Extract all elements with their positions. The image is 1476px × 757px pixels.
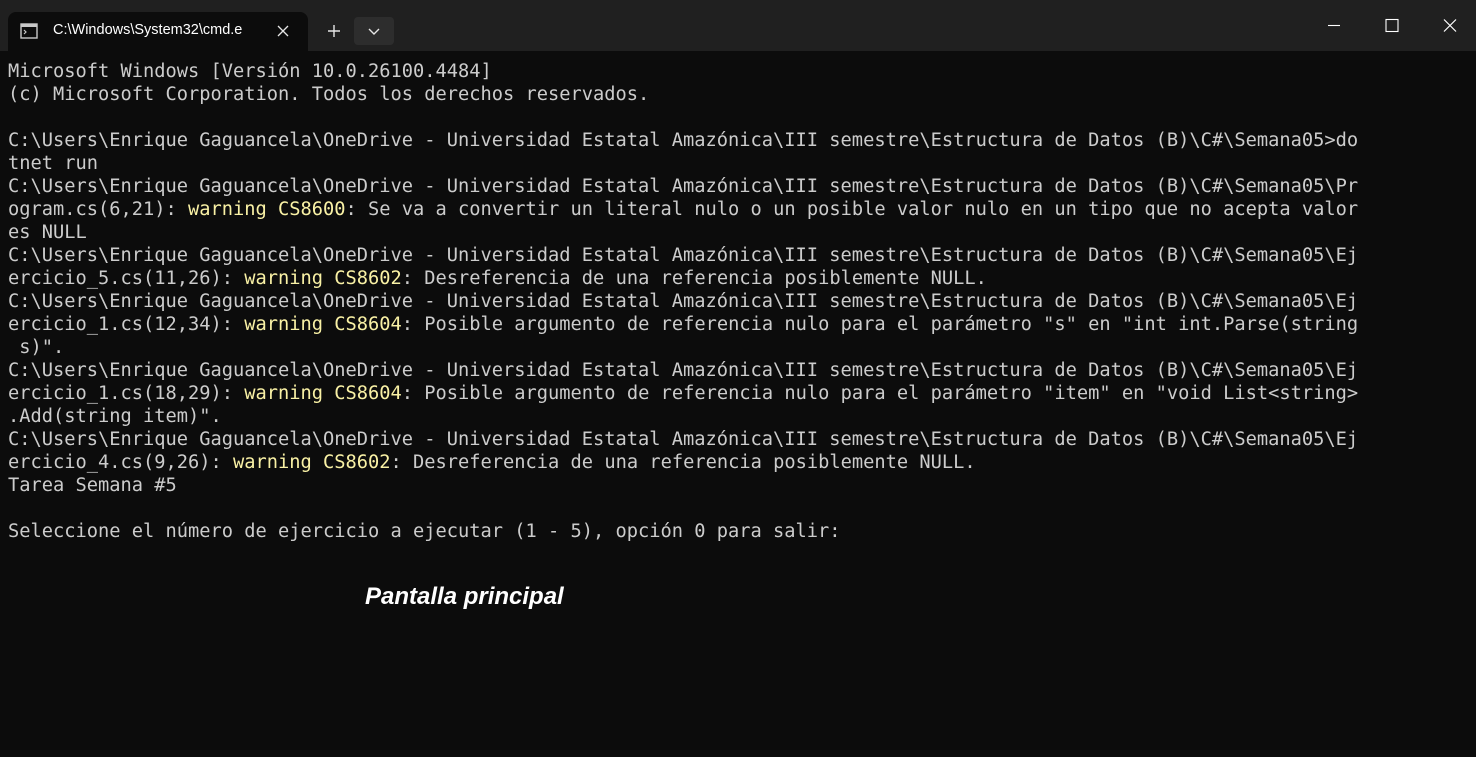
console-line: C:\Users\Enrique Gaguancela\OneDrive - U… — [8, 428, 1468, 451]
console-text: ogram.cs(6,21): — [8, 199, 189, 220]
console-text: : Desreferencia de una referencia posibl… — [390, 452, 976, 473]
console-line: tnet run — [8, 152, 1468, 175]
console-line: ercicio_1.cs(12,34): warning CS8604: Pos… — [8, 313, 1468, 336]
chevron-down-icon — [368, 28, 380, 35]
console-line: Microsoft Windows [Versión 10.0.26100.44… — [8, 60, 1468, 83]
console-text: Microsoft Windows [Versión 10.0.26100.44… — [8, 61, 492, 82]
warning-code: warning CS8604 — [244, 314, 402, 335]
title-bar[interactable]: C:\Windows\System32\cmd.e — [0, 0, 1476, 51]
console-text: : Posible argumento de referencia nulo p… — [401, 314, 1359, 335]
console-line: (c) Microsoft Corporation. Todos los der… — [8, 83, 1468, 106]
console-text: C:\Users\Enrique Gaguancela\OneDrive - U… — [8, 429, 1359, 450]
console-text: ercicio_1.cs(18,29): — [8, 383, 245, 404]
warning-code: warning CS8602 — [244, 268, 402, 289]
console-text: ercicio_4.cs(9,26): — [8, 452, 234, 473]
console-text: C:\Users\Enrique Gaguancela\OneDrive - U… — [8, 176, 1359, 197]
console-line: C:\Users\Enrique Gaguancela\OneDrive - U… — [8, 290, 1468, 313]
console-text: tnet run — [8, 153, 99, 174]
console-line: .Add(string item)". — [8, 405, 1468, 428]
console-line: C:\Users\Enrique Gaguancela\OneDrive - U… — [8, 359, 1468, 382]
caption-text: Pantalla principal — [365, 583, 564, 610]
console-line: s)". — [8, 336, 1468, 359]
terminal-icon — [20, 23, 38, 39]
console-text: C:\Users\Enrique Gaguancela\OneDrive - U… — [8, 360, 1359, 381]
close-icon — [1443, 19, 1457, 32]
console-line: ercicio_1.cs(18,29): warning CS8604: Pos… — [8, 382, 1468, 405]
close-window-button[interactable] — [1421, 0, 1476, 51]
console-text: Tarea Semana #5 — [8, 475, 177, 496]
console-text: C:\Users\Enrique Gaguancela\OneDrive - U… — [8, 245, 1359, 266]
console-line: Seleccione el número de ejercicio a ejec… — [8, 520, 1468, 543]
console-text: (c) Microsoft Corporation. Todos los der… — [8, 84, 650, 105]
console-line: ercicio_5.cs(11,26): warning CS8602: Des… — [8, 267, 1468, 290]
minimize-button[interactable] — [1305, 0, 1363, 51]
close-icon[interactable] — [274, 22, 292, 40]
new-tab-button[interactable] — [316, 17, 352, 45]
warning-code: warning CS8602 — [233, 452, 391, 473]
tab-dropdown-button[interactable] — [354, 17, 394, 45]
console-output[interactable]: Microsoft Windows [Versión 10.0.26100.44… — [8, 60, 1468, 560]
maximize-button[interactable] — [1363, 0, 1421, 51]
plus-icon — [328, 25, 340, 37]
console-line: ogram.cs(6,21): warning CS8600: Se va a … — [8, 198, 1468, 221]
tab-cmd[interactable]: C:\Windows\System32\cmd.e — [8, 12, 308, 51]
warning-code: warning CS8600 — [188, 199, 346, 220]
console-text: : Desreferencia de una referencia posibl… — [401, 268, 987, 289]
console-text: .Add(string item)". — [8, 406, 222, 427]
console-line: ercicio_4.cs(9,26): warning CS8602: Desr… — [8, 451, 1468, 474]
terminal-window: C:\Windows\System32\cmd.e Microsoft Wind… — [0, 0, 1476, 757]
console-line: C:\Users\Enrique Gaguancela\OneDrive - U… — [8, 175, 1468, 198]
console-text: ercicio_5.cs(11,26): — [8, 268, 245, 289]
console-text: : Se va a convertir un literal nulo o un… — [345, 199, 1359, 220]
console-line: C:\Users\Enrique Gaguancela\OneDrive - U… — [8, 129, 1468, 152]
console-line: es NULL — [8, 221, 1468, 244]
console-text: C:\Users\Enrique Gaguancela\OneDrive - U… — [8, 291, 1359, 312]
tab-title: C:\Windows\System32\cmd.e — [53, 22, 243, 38]
warning-code: warning CS8604 — [244, 383, 402, 404]
maximize-icon — [1385, 18, 1399, 33]
console-text: es NULL — [8, 222, 87, 243]
console-text: ercicio_1.cs(12,34): — [8, 314, 245, 335]
console-text: s)". — [8, 337, 65, 358]
console-line: C:\Users\Enrique Gaguancela\OneDrive - U… — [8, 244, 1468, 267]
console-text: Seleccione el número de ejercicio a ejec… — [8, 521, 841, 542]
console-line: Tarea Semana #5 — [8, 474, 1468, 497]
console-text: : Posible argumento de referencia nulo p… — [401, 383, 1359, 404]
console-text: C:\Users\Enrique Gaguancela\OneDrive - U… — [8, 130, 1359, 151]
